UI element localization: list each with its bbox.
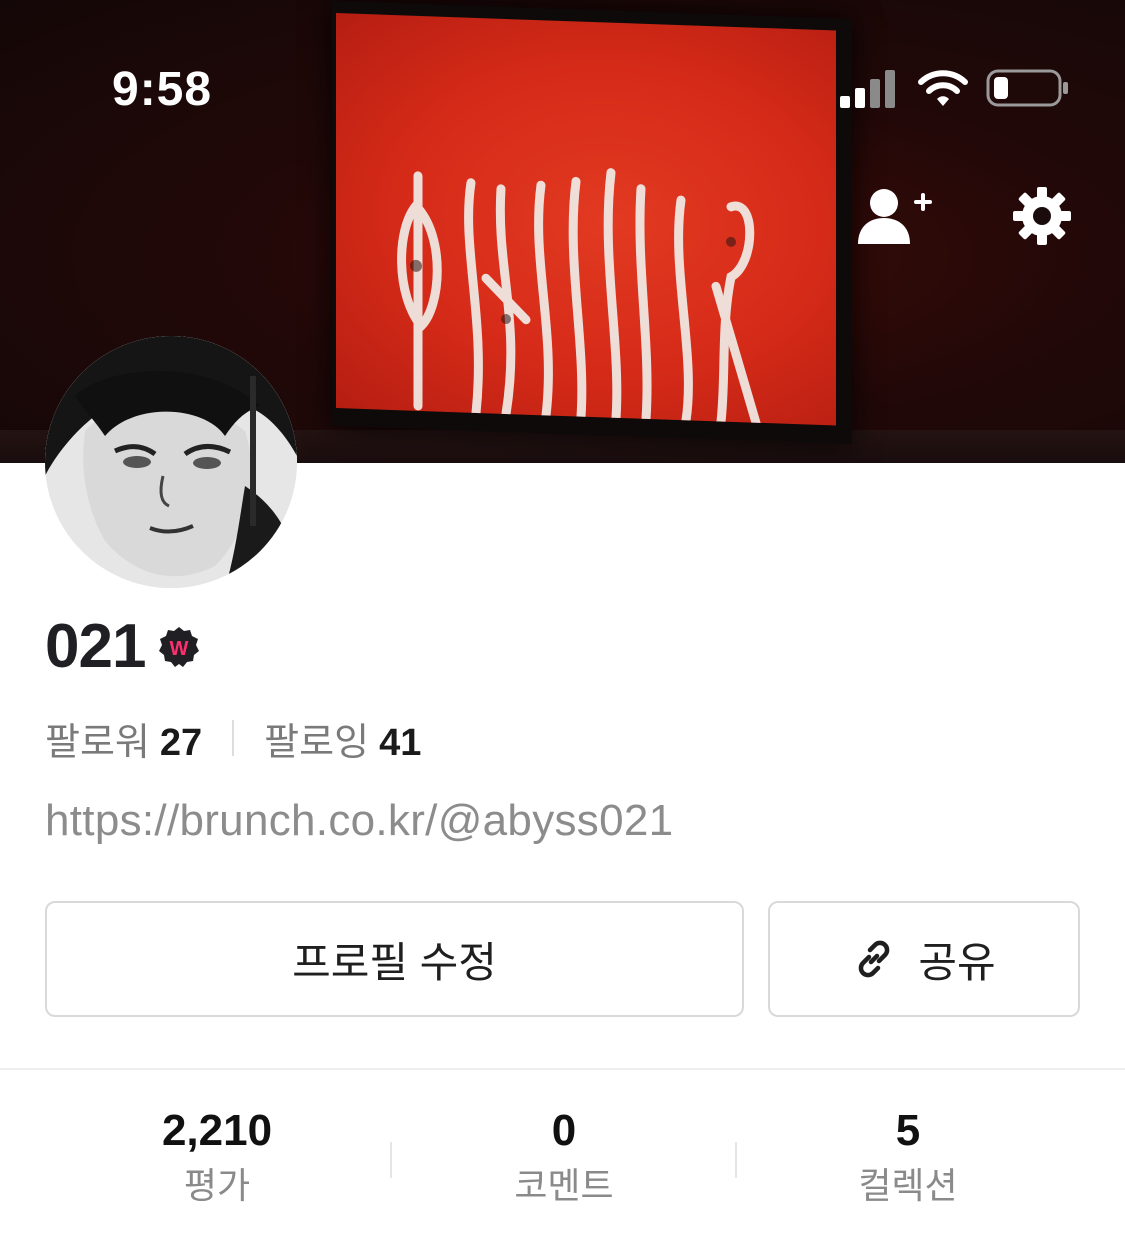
followers-count: 27 [159, 721, 203, 764]
section-divider [0, 1068, 1125, 1070]
stat-collections-label: 컬렉션 [858, 1165, 958, 1206]
stat-comments[interactable]: 0 코멘트 [414, 1100, 714, 1210]
stat-comments-value: 0 [551, 1106, 577, 1155]
status-bar: 9:58 [0, 0, 1125, 150]
share-button[interactable]: 공유 [768, 901, 1080, 1017]
profile-external-link[interactable]: https://brunch.co.kr/@abyss021 [45, 796, 673, 846]
wifi-icon [918, 70, 968, 106]
following-link[interactable]: 팔로잉 41 [264, 711, 421, 766]
follow-divider [232, 720, 235, 756]
battery-icon [986, 69, 1068, 107]
stat-collections[interactable]: 5 컬렉션 [758, 1100, 1058, 1210]
badge-icon: W [159, 627, 200, 667]
following-count: 41 [379, 721, 422, 764]
stat-collections-value: 5 [895, 1106, 921, 1155]
add-friend-icon [858, 189, 932, 244]
following-label: 팔로잉 [264, 721, 370, 764]
followers-link[interactable]: 팔로워 27 [45, 711, 202, 766]
edit-profile-button[interactable]: 프로필 수정 [45, 901, 744, 1017]
badge-letter: W [170, 638, 189, 660]
stat-ratings-label: 평가 [183, 1165, 251, 1206]
stat-ratings[interactable]: 2,210 평가 [67, 1100, 367, 1210]
share-label: 공유 [918, 938, 996, 986]
gear-icon [1013, 187, 1071, 245]
profile-avatar[interactable] [45, 336, 297, 588]
avatar-illustration [45, 336, 297, 588]
edit-profile-label: 프로필 수정 [292, 938, 497, 986]
stat-ratings-value: 2,210 [161, 1106, 273, 1155]
profile-name: 021 [45, 612, 146, 681]
follow-stats: 팔로워 27 팔로잉 41 [45, 712, 421, 764]
status-time: 9:58 [112, 63, 213, 116]
stat-divider [390, 1142, 392, 1178]
stats-bar: 2,210 평가 0 코멘트 5 컬렉션 [0, 1100, 1125, 1220]
stat-divider [735, 1142, 737, 1178]
stat-comments-label: 코멘트 [514, 1165, 614, 1206]
settings-button[interactable] [1002, 176, 1082, 256]
add-friend-button[interactable] [856, 176, 936, 256]
link-icon [859, 940, 890, 978]
profile-name-row: 021 W [45, 612, 201, 682]
cellular-signal-icon [840, 70, 895, 108]
followers-label: 팔로워 [45, 721, 150, 764]
